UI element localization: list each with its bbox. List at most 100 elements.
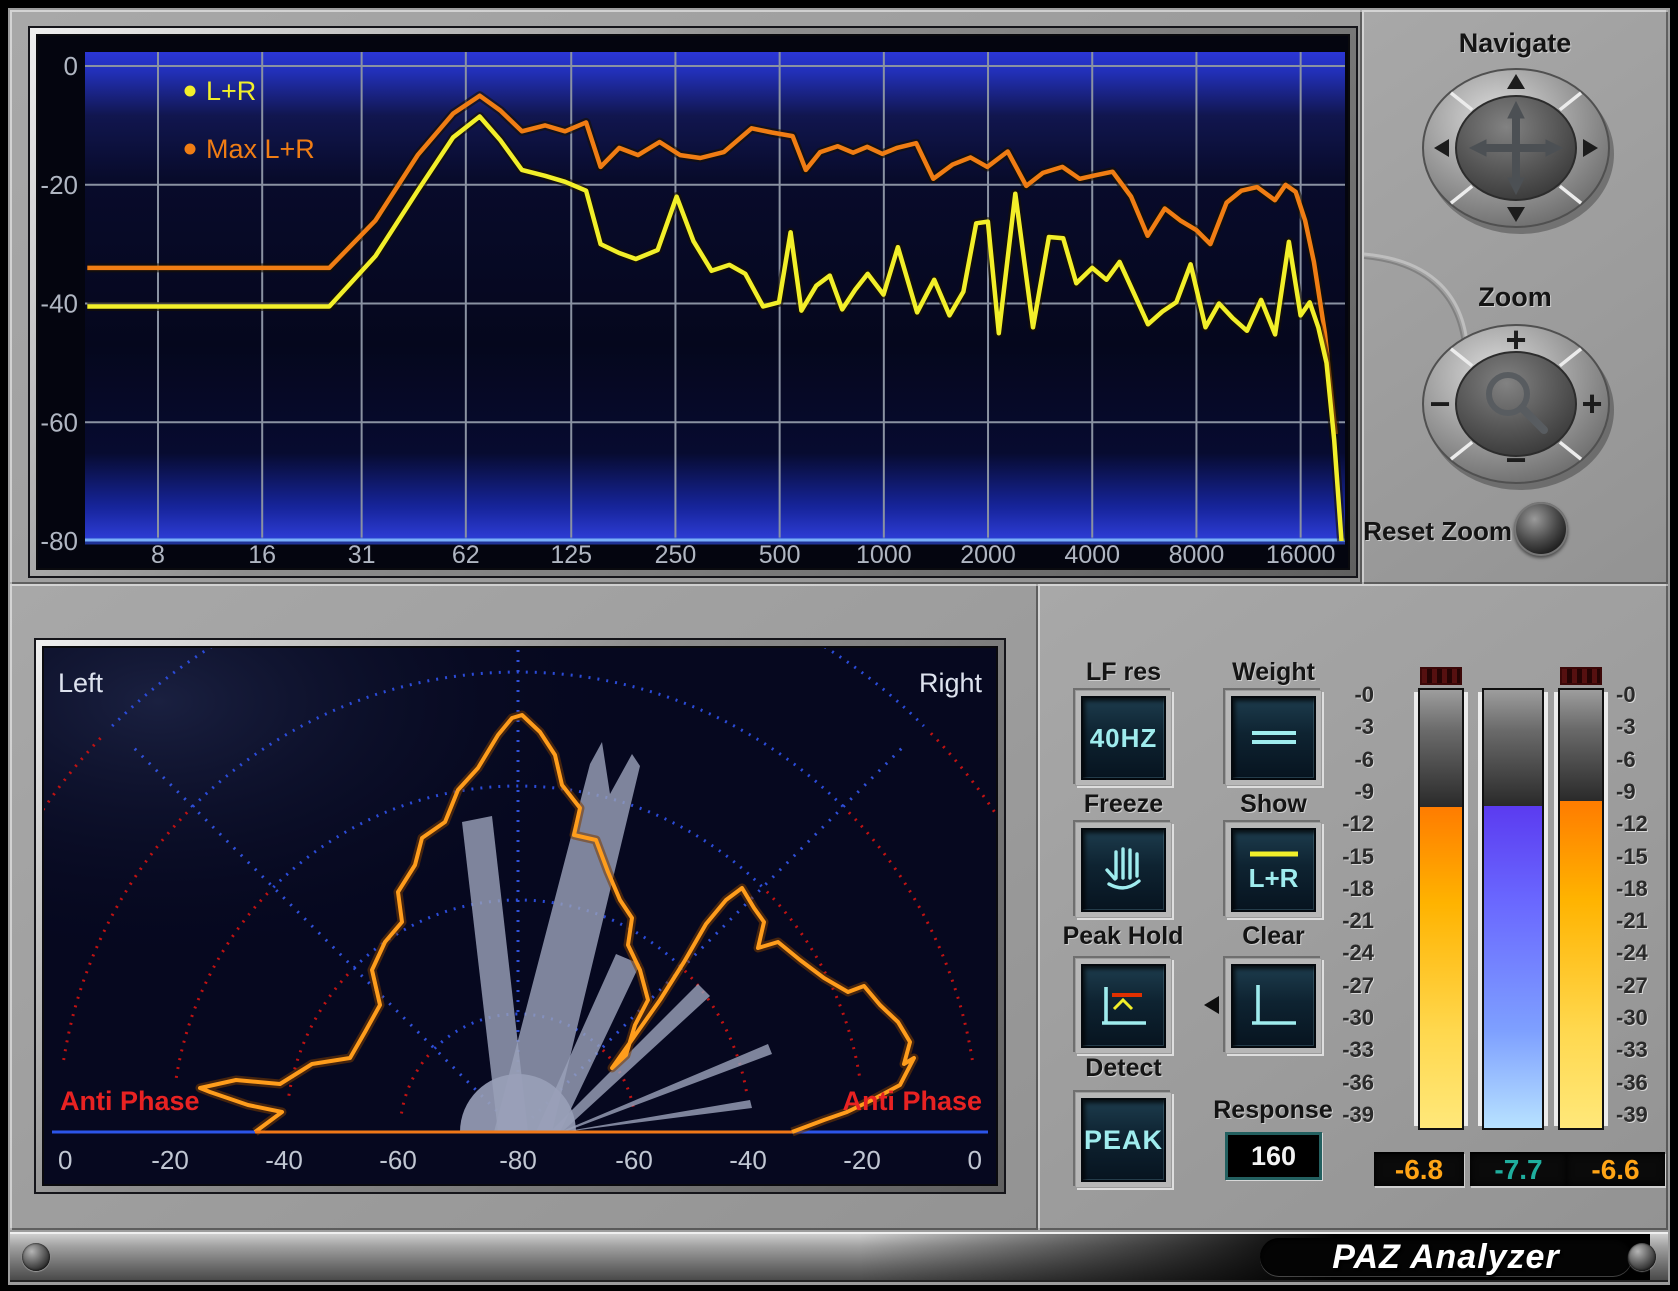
peak-hold-button[interactable] [1075, 958, 1172, 1054]
meter-scale-label: -9 [1616, 779, 1662, 805]
polar-panel: LeftRightAnti PhaseAnti Phase0-20-40-60-… [10, 584, 1038, 1230]
response-field[interactable]: 160 [1225, 1132, 1322, 1180]
meter-unlit [1484, 690, 1542, 806]
x-tick-label: 8 [151, 541, 165, 568]
meter-scale-label: -12 [1328, 811, 1374, 837]
polar-axis-label: -20 [151, 1145, 189, 1175]
polar-axis-label: -20 [843, 1145, 881, 1175]
y-tick-label: -40 [40, 289, 78, 319]
response-value: 160 [1251, 1141, 1296, 1172]
x-tick-label: 2000 [960, 541, 1016, 568]
meter-readout: -6.8 [1374, 1152, 1464, 1186]
reset-zoom-label: Reset Zoom [1362, 516, 1512, 547]
peak-hold-icon [1096, 981, 1152, 1031]
meter-scale-label: -24 [1328, 940, 1374, 966]
polar-display: LeftRightAnti PhaseAnti Phase0-20-40-60-… [42, 646, 998, 1186]
clip-indicator [1560, 667, 1602, 685]
meter-scale-label: -6 [1328, 747, 1374, 773]
zoom-knob[interactable]: + + − − [1412, 314, 1624, 498]
show-value: L+R [1249, 863, 1299, 894]
lf-res-button[interactable]: 40HZ [1075, 690, 1172, 786]
meter-scale-label: -3 [1616, 714, 1662, 740]
paz-analyzer-window: 0-20-40-60-80816316212525050010002000400… [0, 0, 1678, 1291]
x-tick-label: 1000 [856, 541, 912, 568]
clear-label: Clear [1225, 922, 1322, 951]
title-bar: PAZ Analyzer [10, 1232, 1668, 1282]
zoom-label: Zoom [1362, 282, 1668, 313]
reset-zoom-button[interactable] [1514, 502, 1568, 556]
x-tick-label: 500 [759, 541, 801, 568]
x-tick-label: 125 [550, 541, 592, 568]
polar-axis-label: 0 [968, 1145, 982, 1175]
meter-scale-label: -27 [1616, 973, 1662, 999]
polar-axis-label: -60 [615, 1145, 653, 1175]
meter-fill [1420, 807, 1462, 1128]
meter-scale-label: -15 [1616, 844, 1662, 870]
meter-scale-label: -0 [1616, 682, 1662, 708]
x-tick-label: 8000 [1169, 541, 1225, 568]
y-tick-label: -60 [40, 407, 78, 437]
meter-scale-label: -3 [1328, 714, 1374, 740]
meter-scale-label: -12 [1616, 811, 1662, 837]
freeze-label: Freeze [1075, 790, 1172, 819]
freeze-button[interactable] [1075, 822, 1172, 918]
response-label: Response [1198, 1096, 1348, 1125]
navigate-zoom-panel: Navigate Zoom + + − − Reset Zoom [1362, 10, 1668, 584]
peak-hold-label: Peak Hold [1058, 922, 1188, 951]
meter-scale-label: -39 [1328, 1102, 1374, 1128]
y-tick-label: -80 [40, 526, 78, 556]
meter-scale-label: -36 [1616, 1070, 1662, 1096]
zoom-out-x-control[interactable]: − [1429, 383, 1450, 424]
show-button[interactable]: L+R [1225, 822, 1322, 918]
legend-dot [185, 86, 196, 97]
meter-scale-label: -0 [1328, 682, 1374, 708]
meter-scale-label: -21 [1328, 908, 1374, 934]
detect-label: Detect [1075, 1054, 1172, 1083]
meter-scale-label: -30 [1616, 1005, 1662, 1031]
weight-flat-icon [1246, 718, 1302, 758]
screw-icon [22, 1243, 50, 1271]
clear-axes-icon [1246, 981, 1302, 1031]
x-tick-label: 250 [655, 541, 697, 568]
weight-label: Weight [1225, 658, 1322, 687]
clip-indicator [1420, 667, 1462, 685]
left-channel-label: Left [58, 668, 104, 698]
meter-scale-label: -9 [1328, 779, 1374, 805]
title-plate: PAZ Analyzer [1260, 1238, 1632, 1276]
meter-scale-label: -24 [1616, 940, 1662, 966]
navigate-knob[interactable] [1412, 58, 1624, 242]
meter-scale-label: -18 [1328, 876, 1374, 902]
polar-chart: LeftRightAnti PhaseAnti Phase0-20-40-60-… [44, 648, 996, 1184]
y-tick-label: 0 [64, 51, 78, 81]
polar-axis-label: -40 [729, 1145, 767, 1175]
navigate-label: Navigate [1362, 28, 1668, 59]
meter-scale-label: -33 [1328, 1037, 1374, 1063]
clear-button[interactable] [1225, 958, 1322, 1054]
meter-readout: -6.6 [1566, 1152, 1665, 1186]
peak-hold-selector-arrow [1204, 996, 1219, 1014]
screw-icon [1628, 1243, 1656, 1271]
polar-axis-label: 0 [58, 1145, 72, 1175]
show-label: Show [1225, 790, 1322, 819]
x-tick-label: 62 [452, 541, 480, 568]
lf-res-value: 40HZ [1081, 696, 1166, 780]
zoom-out-y-control[interactable]: − [1505, 439, 1526, 480]
meter-unlit [1560, 690, 1602, 801]
weight-button[interactable] [1225, 690, 1322, 786]
x-tick-label: 16 [248, 541, 276, 568]
zoom-in-y-control[interactable]: + [1505, 319, 1526, 360]
detect-value: PEAK [1081, 1098, 1166, 1182]
legend-dot [185, 144, 196, 155]
anti-phase-left-label: Anti Phase [60, 1086, 200, 1116]
spectrum-display-frame: 0-20-40-60-80816316212525050010002000400… [28, 26, 1358, 578]
detect-button[interactable]: PEAK [1075, 1092, 1172, 1188]
freeze-hand-icon [1098, 846, 1150, 894]
meter-scale-label: -18 [1616, 876, 1662, 902]
legend-label: L+R [206, 76, 256, 106]
polar-axis-label: -80 [499, 1145, 537, 1175]
polar-display-frame: LeftRightAnti PhaseAnti Phase0-20-40-60-… [34, 638, 1006, 1194]
polar-axis-label: -60 [379, 1145, 417, 1175]
anti-phase-right-label: Anti Phase [842, 1086, 982, 1116]
meter-fill [1484, 806, 1542, 1128]
zoom-in-x-control[interactable]: + [1581, 383, 1602, 424]
